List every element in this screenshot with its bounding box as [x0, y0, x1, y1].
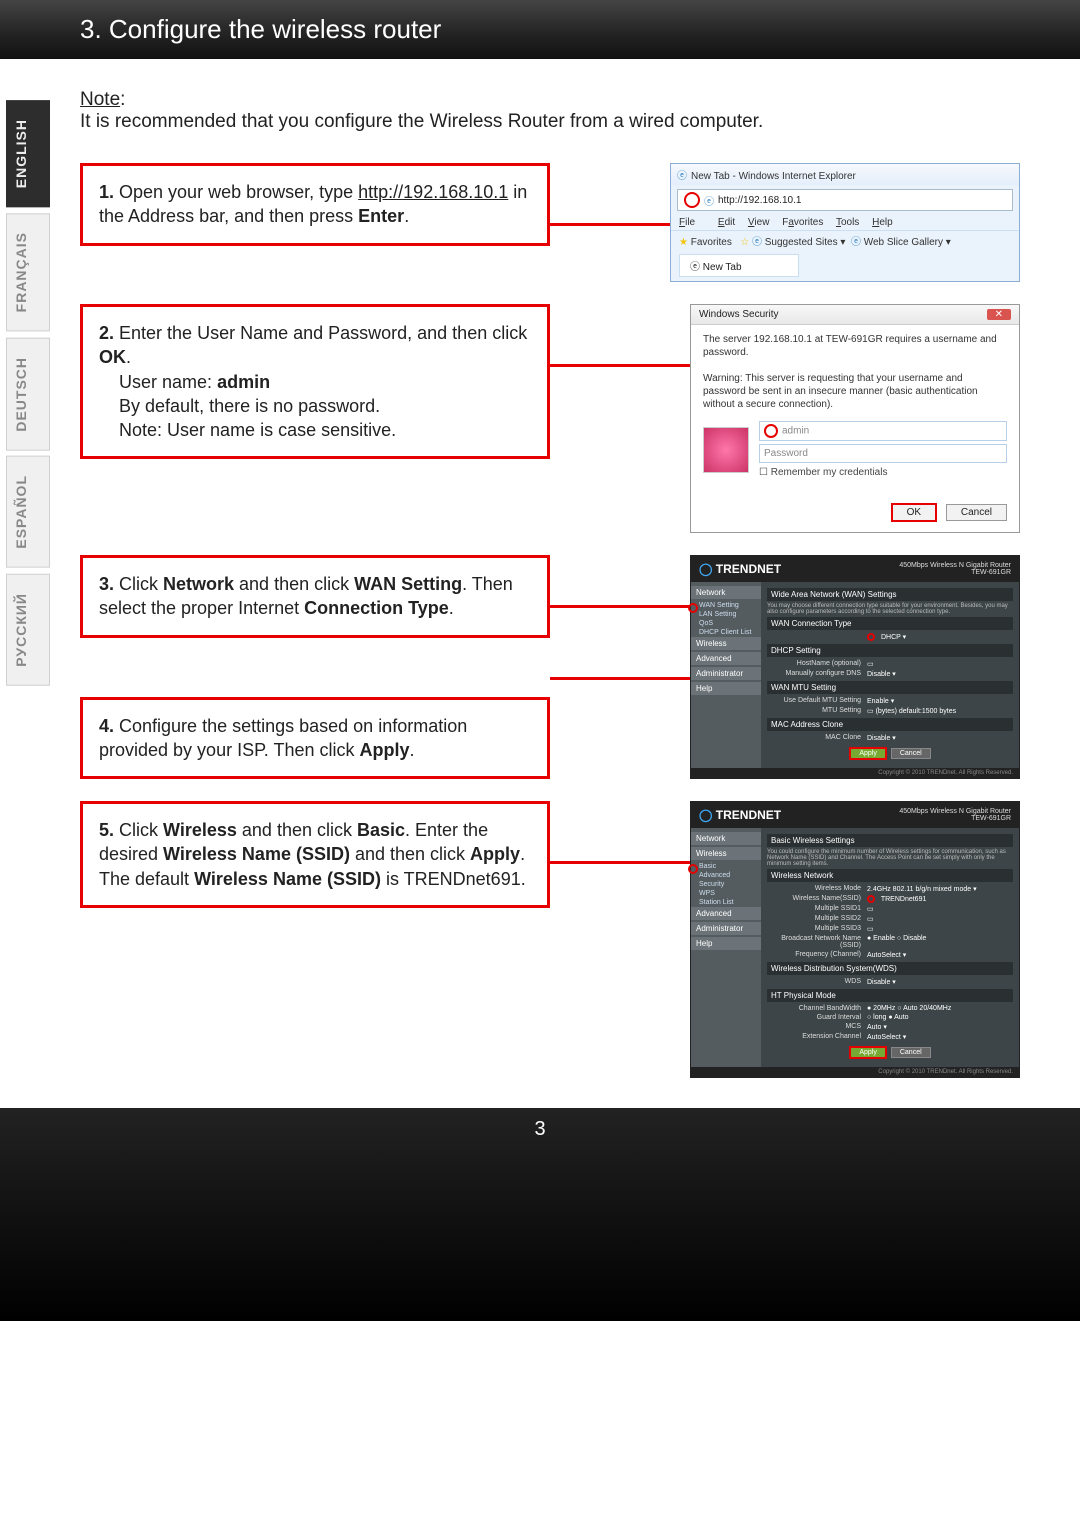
- lang-english[interactable]: ENGLISH: [6, 100, 50, 207]
- step1-url: http://192.168.10.1: [358, 182, 508, 202]
- ie-icon: ⓔ: [677, 171, 687, 182]
- ok-button: OK: [891, 503, 937, 522]
- page-number: 3: [0, 1108, 1080, 1321]
- connector-line: [550, 223, 670, 226]
- username-input: admin: [759, 421, 1007, 441]
- trendnet-logo: ◯ TRENDNET: [699, 562, 781, 576]
- cancel-button: Cancel: [891, 1047, 931, 1058]
- trendnet-logo: ◯ TRENDNET: [699, 808, 781, 822]
- highlight-circle: [867, 633, 875, 641]
- remember-checkbox: ☐ Remember my credentials: [759, 466, 1007, 479]
- step-2-box: 2. Enter the User Name and Password, and…: [80, 304, 550, 459]
- apply-button: Apply: [849, 747, 887, 760]
- password-input: Password: [759, 444, 1007, 463]
- cancel-button: Cancel: [891, 748, 931, 759]
- router-sidebar: Network WAN Setting LAN Setting QoS DHCP…: [691, 582, 761, 768]
- ie-tab: ⓔ New Tab: [679, 254, 799, 277]
- nav-wan-setting: WAN Setting: [691, 601, 761, 610]
- security-dialog: Windows Security✕ The server 192.168.10.…: [690, 304, 1020, 533]
- cancel-button: Cancel: [946, 504, 1007, 521]
- highlight-circle: [684, 192, 700, 208]
- step-4-box: 4. Configure the settings based on infor…: [80, 697, 550, 780]
- connector-line: [550, 861, 690, 864]
- close-icon: ✕: [987, 309, 1011, 320]
- lang-russian[interactable]: РУССКИЙ: [6, 574, 50, 686]
- connector-line: [550, 364, 690, 367]
- nav-basic: Basic: [691, 862, 761, 871]
- apply-button: Apply: [849, 1046, 887, 1059]
- lang-deutsch[interactable]: DEUTSCH: [6, 338, 50, 451]
- step-3-box: 3. Click Network and then click WAN Sett…: [80, 555, 550, 638]
- step-5-box: 5. Click Wireless and then click Basic. …: [80, 801, 550, 908]
- note-text: It is recommended that you configure the…: [80, 111, 763, 132]
- highlight-circle: [867, 895, 875, 903]
- connector-line: [550, 605, 690, 677]
- note-label: Note: [80, 89, 120, 110]
- ie-address-bar: ⓔhttp://192.168.10.1: [677, 189, 1013, 211]
- highlight-circle: [764, 424, 778, 438]
- step-1-box: 1. Open your web browser, type http://19…: [80, 163, 550, 246]
- lang-espanol[interactable]: ESPAÑOL: [6, 456, 50, 568]
- connector-line: [550, 677, 690, 749]
- ie-favorites-bar: ★ Favorites ☆ ⓔ Suggested Sites ▾ ⓔ Web …: [671, 230, 1019, 250]
- ie-menubar: File Edit View Favorites Tools Help: [671, 215, 1019, 230]
- lang-francais[interactable]: FRANÇAIS: [6, 213, 50, 331]
- avatar-icon: [703, 427, 749, 473]
- router-sidebar: Network Wireless Basic Advanced Security…: [691, 828, 761, 1067]
- section-header: 3. Configure the wireless router: [0, 0, 1080, 59]
- language-strip: ENGLISH FRANÇAIS DEUTSCH ESPAÑOL РУССКИЙ: [6, 100, 50, 692]
- router-wireless-screenshot: ◯ TRENDNET 450Mbps Wireless N Gigabit Ro…: [690, 801, 1020, 1078]
- ie-screenshot: ⓔNew Tab - Windows Internet Explorer ⓔht…: [670, 163, 1020, 282]
- router-wan-screenshot: ◯ TRENDNET 450Mbps Wireless N Gigabit Ro…: [690, 555, 1020, 779]
- note-block: Note: It is recommended that you configu…: [80, 89, 1020, 133]
